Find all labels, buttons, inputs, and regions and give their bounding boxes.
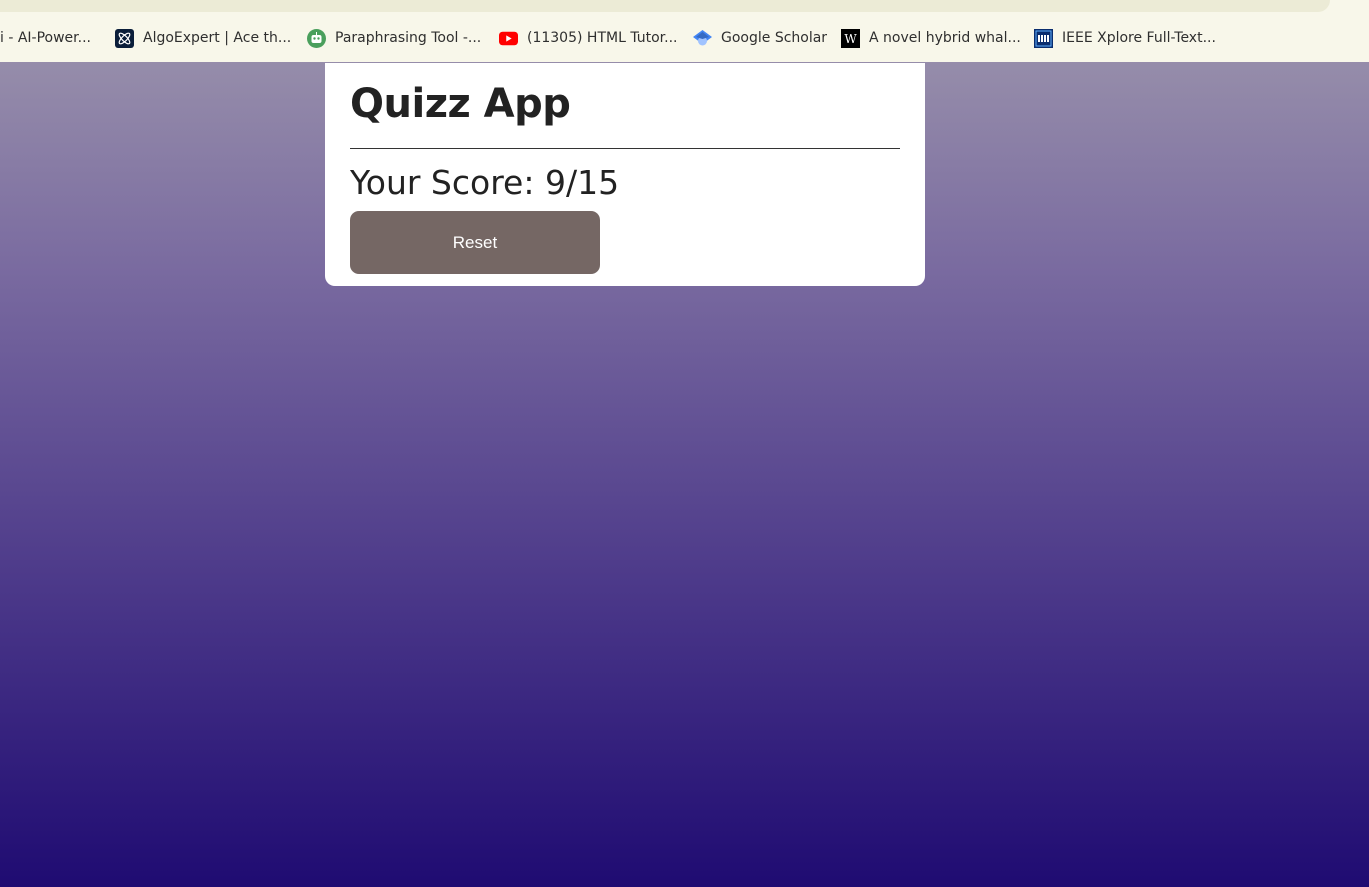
bookmark-paraphrasing-tool[interactable]: Paraphrasing Tool -... xyxy=(307,26,481,50)
bookmark-ai-power[interactable]: i - AI-Power... xyxy=(0,26,91,50)
robot-icon xyxy=(307,28,326,48)
ieee-icon xyxy=(1034,28,1053,48)
bookmark-label: i - AI-Power... xyxy=(0,30,91,46)
bookmark-novel-hybrid-whale[interactable]: W A novel hybrid whal... xyxy=(841,26,1021,50)
svg-text:W: W xyxy=(844,32,857,46)
title-divider xyxy=(350,148,900,149)
bookmark-label: A novel hybrid whal... xyxy=(869,30,1021,46)
scholar-icon xyxy=(693,29,712,48)
page-title: Quizz App xyxy=(350,81,571,127)
bookmark-ieee-xplore[interactable]: IEEE Xplore Full-Text... xyxy=(1034,26,1216,50)
bookmark-label: AlgoExpert | Ace th... xyxy=(143,30,292,46)
wiley-icon: W xyxy=(841,28,860,48)
youtube-icon xyxy=(499,29,518,48)
bookmark-html-tutorial[interactable]: (11305) HTML Tutor... xyxy=(499,26,678,50)
bookmark-label: IEEE Xplore Full-Text... xyxy=(1062,30,1216,46)
bookmark-google-scholar[interactable]: Google Scholar xyxy=(693,26,827,50)
reset-button[interactable]: Reset xyxy=(350,211,600,274)
score-text: Your Score: 9/15 xyxy=(350,163,620,202)
omnibox-edge xyxy=(0,0,1330,12)
bookmark-label: (11305) HTML Tutor... xyxy=(527,30,678,46)
quiz-card: Quizz App Your Score: 9/15 Reset xyxy=(325,63,925,286)
algoexpert-icon xyxy=(115,28,134,48)
bookmarks-bar: i - AI-Power... AlgoExpert | Ace th... P… xyxy=(0,0,1369,62)
bookmark-algoexpert[interactable]: AlgoExpert | Ace th... xyxy=(115,26,291,50)
bookmark-label: Google Scholar xyxy=(721,30,828,46)
bookmark-label: Paraphrasing Tool -... xyxy=(335,30,482,46)
